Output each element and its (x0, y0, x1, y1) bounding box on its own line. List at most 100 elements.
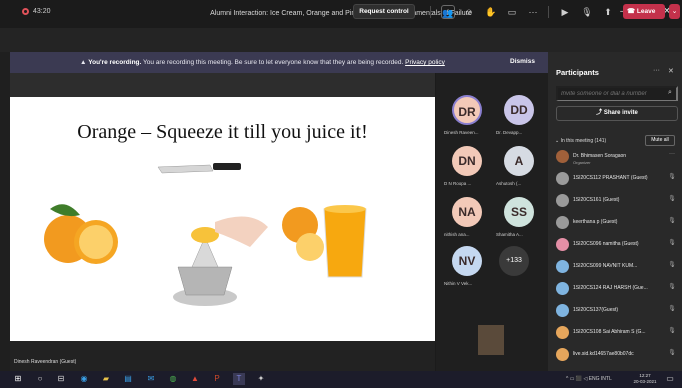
tile-name: D N Roopa ... (444, 181, 472, 186)
oranges-image (44, 204, 118, 264)
presenter-strip (10, 341, 435, 371)
tile-name: Nithin V Vek... (444, 281, 473, 286)
banner-bold: You're recording. (88, 59, 142, 66)
share-icon: ⤴ (596, 110, 604, 116)
participant-name: 1SI20CS099 NAVNIT KUM... (573, 263, 638, 269)
panel-more-icon[interactable]: ··· (653, 67, 660, 74)
participant-tile[interactable]: DR Dinesh Raveen... (440, 95, 496, 147)
participant-row[interactable]: live.sid.kd14657ae80b07dc 🎙 (556, 346, 680, 366)
privacy-policy-link[interactable]: Privacy policy (405, 59, 445, 66)
avatar: NA (452, 197, 482, 227)
clock[interactable]: 12:27 20-03-2021 (633, 373, 657, 385)
share-icon[interactable]: ⬆ (601, 5, 615, 19)
panel-close-icon[interactable]: ✕ (668, 67, 674, 75)
participant-tile[interactable]: SS Shamitha A... (492, 197, 548, 249)
participant-tile[interactable]: NA nithish ana... (440, 197, 496, 249)
edge-icon[interactable]: ◉ (78, 373, 90, 385)
request-control-button[interactable]: Request control (353, 4, 415, 19)
participant-name: live.sid.kd14657ae80b07dc (573, 351, 634, 357)
phone-icon: ☎ (627, 8, 637, 15)
more-participants-button[interactable]: +133 (499, 246, 529, 276)
tile-name: Shamitha A... (496, 232, 523, 237)
mic-off-icon: 🎙 (668, 350, 676, 356)
avatar: NV (452, 246, 482, 276)
leave-options-button[interactable]: ⌄ (669, 4, 680, 19)
app-icon[interactable]: ✦ (255, 373, 267, 385)
participant-row[interactable]: 1SI20CS099 NAVNIT KUM... 🎙 (556, 258, 680, 278)
participant-name: keerthana p (Guest) (573, 219, 618, 225)
avatar: DR (452, 95, 482, 125)
people-icon[interactable]: 👥 (441, 5, 455, 19)
tile-name: Dr. Devapp... (496, 130, 523, 135)
notifications-icon[interactable]: ▭ (664, 373, 676, 385)
meeting-timer: 43:20 (33, 8, 51, 15)
participant-row[interactable]: 1SI20CS137(Guest) 🎙 (556, 302, 680, 322)
leave-label: Leave (636, 8, 656, 15)
teams-icon[interactable]: T (233, 373, 245, 385)
folder-icon[interactable]: ▰ (100, 373, 112, 385)
participant-tile[interactable]: DD Dr. Devapp... (492, 95, 548, 147)
powerpoint-icon[interactable]: P (211, 373, 223, 385)
participant-name: 1SI20CS112 PRASHANT (Guest) (573, 175, 648, 181)
store-icon[interactable]: ▤ (122, 373, 134, 385)
mute-all-button[interactable]: Mute all (645, 135, 675, 146)
avatar (556, 304, 569, 317)
avatar (556, 326, 569, 339)
participant-name: Dr. Bhimasen Soragaon (573, 153, 627, 159)
mic-off-icon: 🎙 (668, 306, 676, 312)
chat-icon[interactable]: ☺ (462, 5, 476, 19)
toolbar-divider (430, 6, 431, 18)
mic-off-icon: 🎙 (668, 262, 676, 268)
more-icon[interactable]: ··· (526, 5, 540, 19)
participant-tile[interactable]: NV Nithin V Vek... (440, 246, 496, 298)
self-video-thumbnail (478, 325, 504, 355)
reactions-icon[interactable]: ✋ (484, 5, 498, 19)
start-icon[interactable]: ⊞ (12, 373, 24, 385)
mic-off-icon: 🎙 (668, 284, 676, 290)
mic-off-icon[interactable]: 🎙 (580, 5, 594, 19)
in-meeting-header[interactable]: ⌄ In this meeting (141) (555, 138, 606, 144)
participant-row[interactable]: 1SI20CS124 RAJ HARSH (Gue... 🎙 (556, 280, 680, 300)
participant-row[interactable]: 1SI20CS108 Sai Abhiram S (G... 🎙 (556, 324, 680, 344)
warning-icon: ▲ (80, 59, 89, 66)
search-icon[interactable]: ⌕ (668, 89, 672, 97)
invite-input[interactable] (556, 86, 678, 101)
participant-name: 1SI20CS161 (Guest) (573, 197, 620, 203)
mail-icon[interactable]: ✉ (145, 373, 157, 385)
panel-title: Participants (556, 68, 599, 77)
dismiss-button[interactable]: Dismiss (510, 58, 535, 65)
participant-tile[interactable]: A Ashutosh (... (492, 146, 548, 198)
participant-row[interactable]: keerthana p (Guest) 🎙 (556, 214, 680, 234)
avatar (556, 194, 569, 207)
avatar (556, 282, 569, 295)
participant-tile[interactable]: DN D N Roopa ... (440, 146, 496, 198)
avatar (556, 348, 569, 361)
system-tray[interactable]: ^ ▭ ⬛ ◁ ENG INTL (566, 376, 612, 382)
avatar (556, 260, 569, 273)
avatar (556, 150, 569, 163)
search-icon[interactable]: ○ (34, 373, 46, 385)
app-icon[interactable]: ▲ (189, 373, 201, 385)
participant-options-icon[interactable]: ··· (666, 151, 678, 157)
participant-name: 1SI20CS096 namitha (Guest) (573, 241, 639, 247)
camera-off-icon[interactable]: ▶ (558, 5, 572, 19)
participant-row[interactable]: 1SI20CS161 (Guest) 🎙 (556, 192, 680, 212)
view-icon[interactable]: ▭ (505, 5, 519, 19)
juicer-image (173, 216, 268, 306)
chrome-icon[interactable]: ◍ (167, 373, 179, 385)
mic-off-icon: 🎙 (668, 218, 676, 224)
tile-name: Dinesh Raveen... (444, 130, 479, 135)
task-view-icon[interactable]: ⊟ (55, 373, 67, 385)
tile-name: Ashutosh (... (496, 181, 522, 186)
participant-row[interactable]: 1SI20CS096 namitha (Guest) 🎙 (556, 236, 680, 256)
slide-header-bar (10, 73, 435, 97)
mic-off-icon: 🎙 (668, 328, 676, 334)
juice-glass-image (278, 185, 422, 285)
share-invite-button[interactable]: ⤴ Share invite (556, 106, 678, 121)
participant-row[interactable]: Dr. Bhimasen Soragaon Organizer ··· (556, 148, 680, 168)
participant-row[interactable]: 1SI20CS112 PRASHANT (Guest) 🎙 (556, 170, 680, 190)
participant-role: Organizer (573, 160, 591, 165)
avatar: A (504, 146, 534, 176)
leave-button[interactable]: ☎ Leave (623, 4, 665, 19)
toolbar-divider (548, 6, 549, 18)
